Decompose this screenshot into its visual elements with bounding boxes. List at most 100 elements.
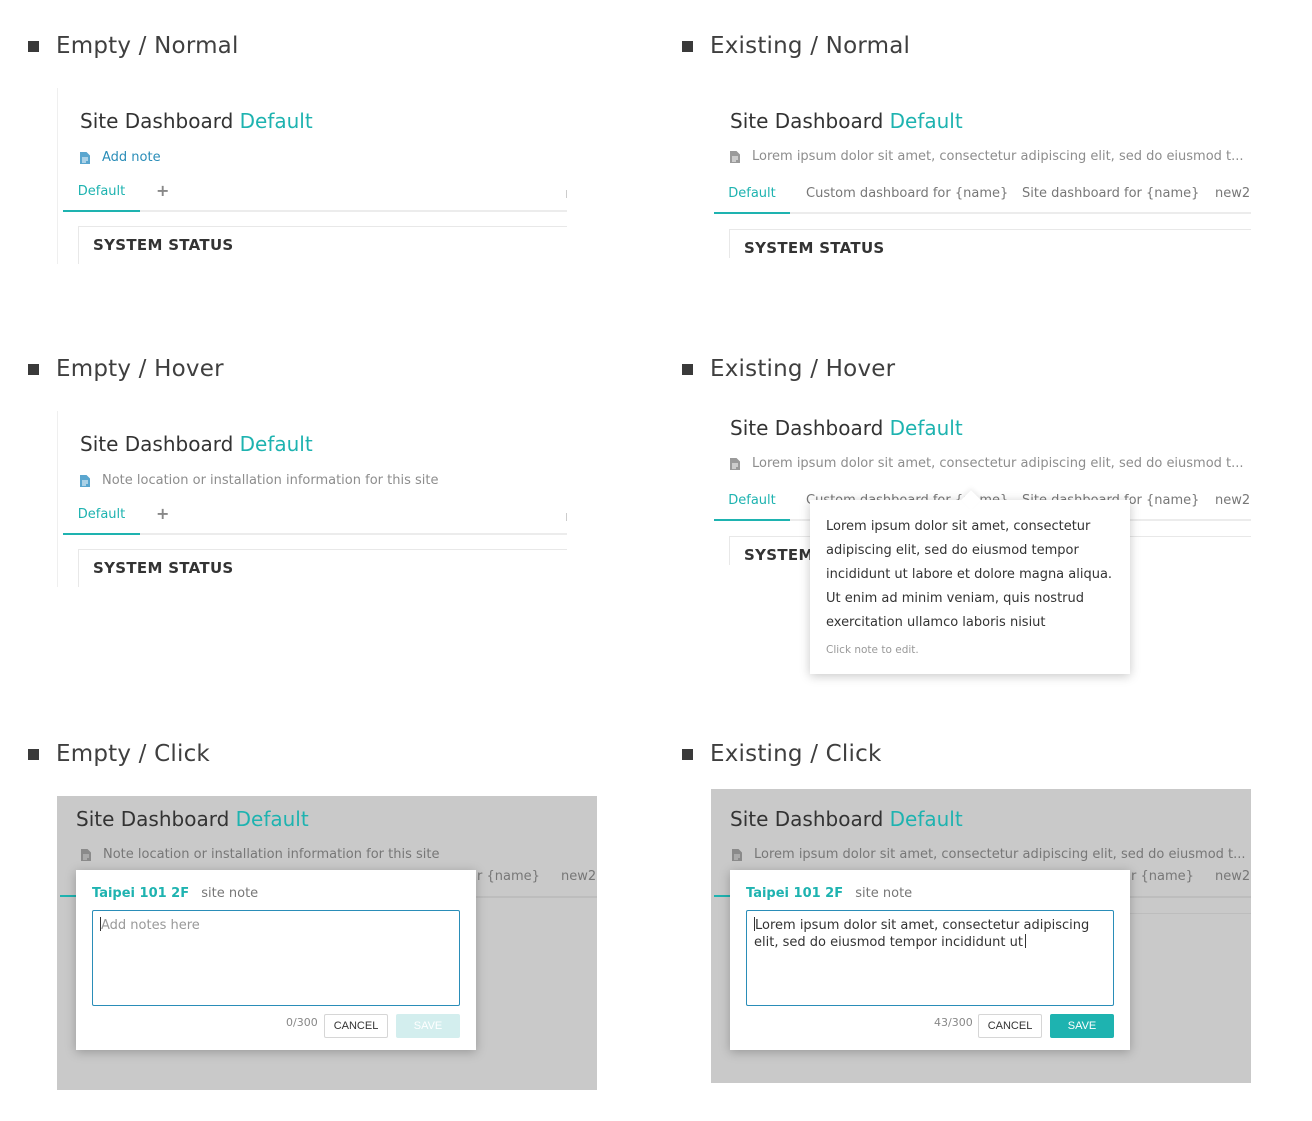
cancel-button[interactable]: CANCEL — [324, 1014, 388, 1038]
save-button[interactable]: SAVE — [396, 1014, 460, 1038]
dialog-header: Taipei 101 2F site note — [92, 886, 258, 901]
section-title: Empty / Click — [56, 741, 210, 767]
dialog-site-name: Taipei 101 2F — [746, 886, 844, 901]
section-title: Empty / Hover — [56, 356, 224, 382]
tab-default[interactable]: Default — [714, 491, 790, 521]
page-title: Site Dashboard Default — [80, 432, 313, 456]
dialog-header: Taipei 101 2F site note — [746, 886, 912, 901]
section-title: Existing / Hover — [710, 356, 896, 382]
tab-new2: new2 — [1215, 869, 1251, 884]
page-title: Site Dashboard Default — [80, 109, 313, 133]
site-note-text: Lorem ipsum dolor sit amet, consectetur … — [752, 149, 1244, 164]
page-title: Site Dashboard Default — [730, 109, 963, 133]
section-title: Empty / Normal — [56, 33, 239, 59]
section-title: Existing / Normal — [710, 33, 911, 59]
site-note: Note location or installation informatio… — [81, 847, 439, 862]
document-icon — [80, 474, 90, 487]
square-bullet-icon — [682, 363, 693, 375]
cancel-button[interactable]: CANCEL — [978, 1014, 1042, 1038]
site-note-text: Lorem ipsum dolor sit amet, consectetur … — [752, 456, 1244, 471]
add-note-hint: Note location or installation informatio… — [102, 473, 439, 488]
document-icon — [81, 848, 91, 861]
character-count: 0/300 — [286, 1016, 318, 1029]
site-note[interactable]: Lorem ipsum dolor sit amet, consectetur … — [730, 456, 1244, 471]
plus-icon[interactable]: + — [156, 504, 169, 523]
system-status-title: SYSTEM STATUS — [93, 559, 234, 577]
tab-site-dashboard: r {name} — [1131, 869, 1194, 884]
dashboard-panel-empty-normal: Site Dashboard Default Add note Default … — [57, 88, 567, 264]
character-count: 43/300 — [934, 1016, 973, 1029]
dashboard-panel-existing-normal: Site Dashboard Default Lorem ipsum dolor… — [708, 88, 1251, 258]
section-heading-empty-normal: Empty / Normal — [28, 33, 239, 59]
page-title-accent: Default — [889, 109, 963, 133]
site-note-text: Lorem ipsum dolor sit amet, consectetur … — [754, 847, 1246, 862]
note-placeholder: Add notes here — [101, 918, 200, 933]
dashboard-tabs: Default + — [63, 504, 567, 535]
text-caret — [1024, 934, 1026, 948]
page-title-text: Site Dashboard — [730, 416, 884, 440]
plus-icon[interactable]: + — [156, 181, 169, 200]
section-heading-existing-normal: Existing / Normal — [682, 33, 910, 59]
page-title-accent: Default — [239, 109, 313, 133]
note-tooltip: Lorem ipsum dolor sit amet, consectetur … — [810, 490, 1130, 674]
site-note-text: Note location or installation informatio… — [103, 847, 440, 862]
site-note: Lorem ipsum dolor sit amet, consectetur … — [732, 847, 1246, 862]
tab-new2: new2 — [561, 869, 597, 884]
system-status-card: SYSTEM STATUS — [729, 229, 1251, 258]
page-title-text: Site Dashboard — [730, 807, 884, 831]
page-title-accent: Default — [889, 807, 963, 831]
section-title: Existing / Click — [710, 741, 882, 767]
square-bullet-icon — [28, 363, 39, 375]
page-title-accent: Default — [889, 416, 963, 440]
dashboard-panel-empty-hover: Site Dashboard Default Note location or … — [57, 411, 567, 587]
add-note-hover[interactable]: Note location or installation informatio… — [80, 473, 438, 488]
save-button[interactable]: SAVE — [1050, 1014, 1114, 1038]
tooltip-hint: Click note to edit. — [826, 644, 919, 656]
dashboard-tabs: Default + — [63, 181, 567, 212]
system-status-title: SYSTEM STATUS — [744, 239, 885, 257]
tab-site-dashboard: r {name} — [477, 869, 540, 884]
page-title-text: Site Dashboard — [80, 432, 234, 456]
document-icon — [80, 151, 90, 164]
document-icon — [732, 848, 742, 861]
note-textarea[interactable]: Lorem ipsum dolor sit amet, consectetur … — [746, 910, 1114, 1006]
tab-new2[interactable]: new2 — [1215, 491, 1250, 521]
square-bullet-icon — [682, 40, 693, 52]
tab-default[interactable]: Default — [63, 182, 140, 212]
dialog-site-name: Taipei 101 2F — [92, 886, 190, 901]
tab-default[interactable]: Default — [63, 505, 140, 535]
page-title: Site Dashboard Default — [730, 807, 963, 831]
note-dialog-existing: Taipei 101 2F site note Lorem ipsum dolo… — [730, 870, 1130, 1050]
tab-scroll-edge — [566, 513, 567, 521]
section-heading-empty-click: Empty / Click — [28, 741, 210, 767]
system-status-title: SYSTEM STATUS — [93, 236, 234, 254]
tab-custom-dashboard[interactable]: Custom dashboard for {name} — [806, 184, 1008, 214]
page-title-text: Site Dashboard — [730, 109, 884, 133]
system-status-card: SYSTEM STATUS — [78, 226, 567, 264]
system-status-card: SYSTEM STATUS — [78, 549, 567, 587]
note-textarea[interactable]: Add notes here — [92, 910, 460, 1006]
page-title-text: Site Dashboard — [80, 109, 234, 133]
tab-new2[interactable]: new2 — [1215, 184, 1250, 214]
section-heading-existing-hover: Existing / Hover — [682, 356, 895, 382]
document-icon — [730, 457, 740, 470]
status-card-edge — [1130, 913, 1251, 914]
note-dialog-empty: Taipei 101 2F site note Add notes here 0… — [76, 870, 476, 1050]
page-title-accent: Default — [239, 432, 313, 456]
square-bullet-icon — [28, 748, 39, 760]
tooltip-note-text[interactable]: Lorem ipsum dolor sit amet, consectetur … — [826, 515, 1118, 635]
tab-scroll-edge — [566, 190, 567, 198]
tab-site-dashboard[interactable]: Site dashboard for {name} — [1022, 184, 1199, 214]
add-note-link[interactable]: Add note — [80, 150, 161, 165]
page-title-accent: Default — [235, 807, 309, 831]
site-note[interactable]: Lorem ipsum dolor sit amet, consectetur … — [730, 149, 1244, 164]
tab-default[interactable]: Default — [714, 184, 790, 214]
section-heading-existing-click: Existing / Click — [682, 741, 881, 767]
dialog-subtitle: site note — [855, 886, 913, 901]
dashboard-tabs: Default Custom dashboard for {name} Site… — [714, 184, 1251, 214]
document-icon — [730, 150, 740, 163]
dialog-subtitle: site note — [201, 886, 259, 901]
page-title-text: Site Dashboard — [76, 807, 230, 831]
page-title: Site Dashboard Default — [730, 416, 963, 440]
page-title: Site Dashboard Default — [76, 807, 309, 831]
